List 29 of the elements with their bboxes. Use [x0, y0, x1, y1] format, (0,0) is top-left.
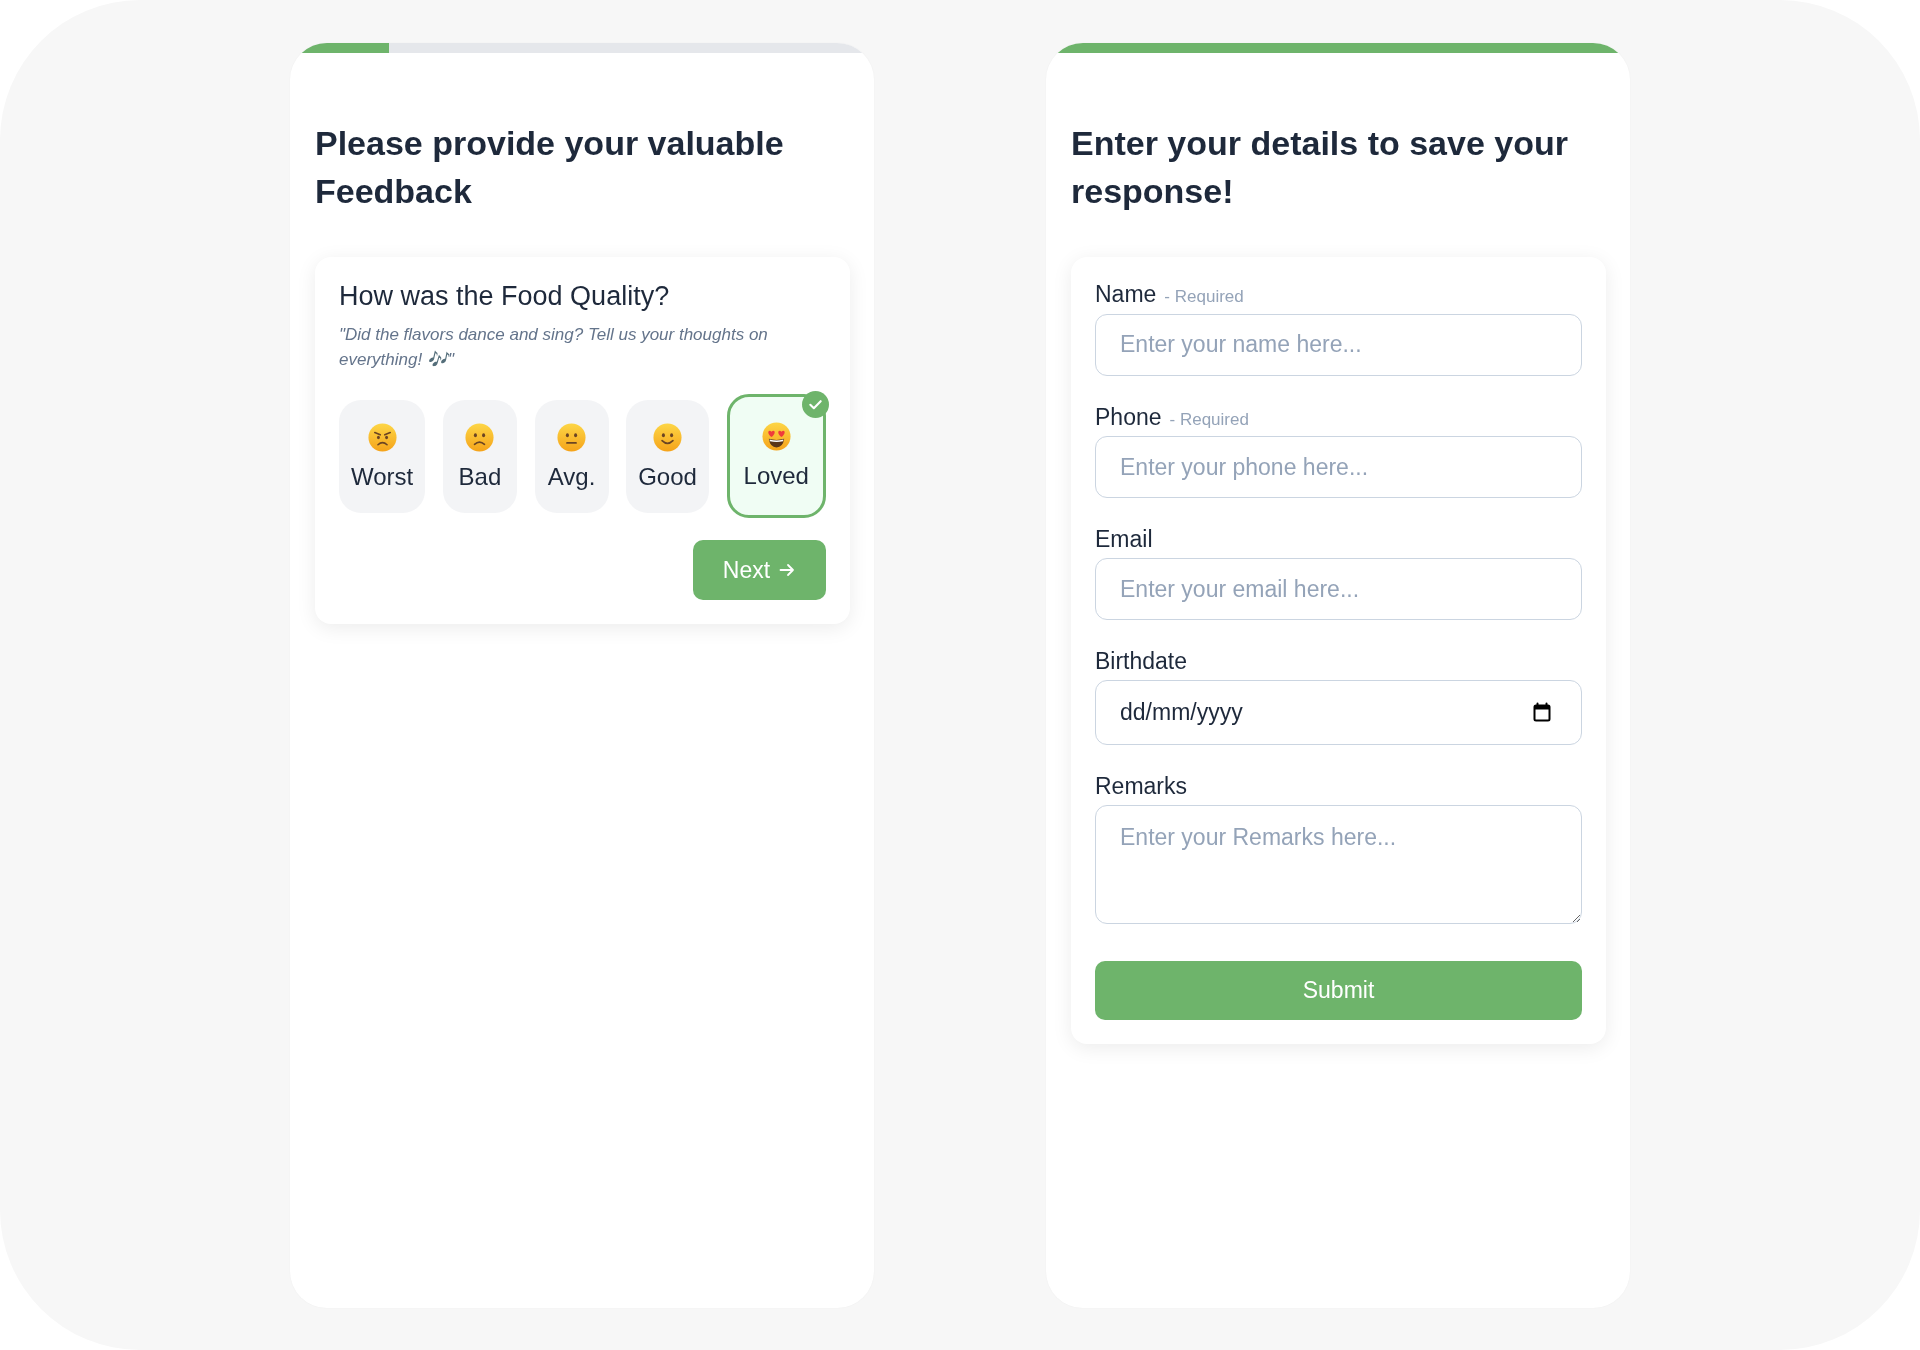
field-label: Email: [1095, 525, 1153, 554]
rating-option[interactable]: Good: [626, 399, 709, 513]
question-text: How was the Food Quality?: [339, 280, 671, 313]
rating-option[interactable]: Worst: [339, 399, 426, 513]
frowning-face-icon: [465, 422, 495, 452]
smiling-face-icon: [653, 422, 683, 452]
rating-option[interactable]: Loved: [726, 394, 826, 518]
field-label: Remarks: [1095, 772, 1187, 801]
calendar-icon[interactable]: [1532, 702, 1552, 722]
field-label: Phone: [1095, 402, 1162, 432]
input-field[interactable]: Enter your email here...: [1095, 558, 1582, 620]
date-field[interactable]: dd/mm/yyyy: [1095, 680, 1582, 745]
rating-option[interactable]: Avg.: [534, 399, 609, 513]
field-label: Birthdate: [1095, 647, 1188, 676]
required-note: - Required: [1169, 408, 1249, 431]
heart-eyes-face-icon: [761, 422, 791, 451]
check-icon: [801, 391, 829, 418]
required-note: - Required: [1164, 286, 1244, 308]
heading: Enter your details to save your response!: [1071, 123, 1569, 212]
rating-option[interactable]: Bad: [442, 399, 517, 513]
heading: Please provide your valuable Feedback: [315, 123, 785, 212]
field-label: Name: [1095, 280, 1157, 309]
arrow-right-icon: [778, 561, 797, 579]
neutral-face-icon: [557, 422, 587, 452]
angry-face-icon: [367, 422, 397, 452]
textarea-field[interactable]: Enter your Remarks here...: [1095, 805, 1582, 924]
question-description: "Did the flavors dance and sing? Tell us your thoughts on everything! 🎶": [339, 324, 769, 371]
input-field[interactable]: Enter your phone here...: [1095, 436, 1582, 498]
input-field[interactable]: Enter your name here...: [1095, 313, 1582, 376]
